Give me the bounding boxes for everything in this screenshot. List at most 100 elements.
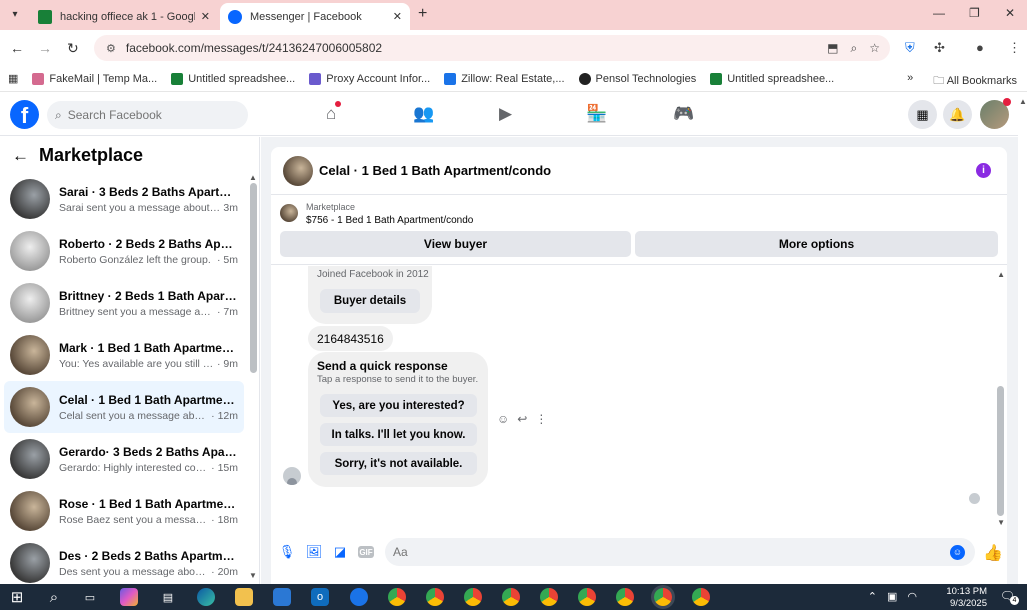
profile-avatar-icon[interactable]: ●: [976, 40, 984, 55]
home-icon[interactable]: ⌂: [326, 101, 342, 124]
back-arrow-icon[interactable]: ←: [10, 40, 24, 56]
install-app-icon[interactable]: ⬒: [827, 41, 838, 56]
reload-icon[interactable]: ↻: [67, 40, 79, 57]
facebook-logo-icon[interactable]: f: [10, 100, 39, 129]
store-icon[interactable]: [273, 588, 291, 606]
vpn-shield-icon[interactable]: ⛨: [905, 40, 915, 56]
tab-messenger[interactable]: Messenger | Facebook ✕: [220, 3, 410, 30]
chrome-profile-icon[interactable]: [692, 588, 710, 606]
more-options-button[interactable]: More options: [635, 231, 998, 257]
minimize-button[interactable]: —: [933, 6, 945, 20]
conversation-item[interactable]: Brittney · 2 Beds 1 Bath Apartm... Britt…: [4, 277, 244, 329]
tab-close-icon[interactable]: ✕: [201, 10, 210, 23]
friends-icon[interactable]: 👥: [413, 104, 434, 124]
chrome-profile-icon[interactable]: [426, 588, 444, 606]
bookmark-pensol[interactable]: Pensol Technologies: [578, 72, 696, 85]
chat-scrollbar[interactable]: [997, 386, 1004, 516]
close-window-button[interactable]: ✕: [1005, 6, 1015, 20]
conversation-item[interactable]: Gerardo· 3 Beds 2 Baths Apartm... Gerard…: [4, 433, 244, 485]
wifi-icon[interactable]: ◠: [907, 590, 917, 603]
maximize-button[interactable]: ❐: [969, 6, 980, 20]
quick-response-yes-button[interactable]: Yes, are you interested?: [320, 394, 477, 417]
outlook-icon[interactable]: o: [311, 588, 329, 606]
copilot-icon[interactable]: [120, 588, 138, 606]
watch-icon[interactable]: ▶: [499, 104, 512, 124]
omnibox[interactable]: ⚙ facebook.com/messages/t/24136247006005…: [94, 35, 890, 61]
chrome-profile-icon[interactable]: [540, 588, 558, 606]
gif-icon[interactable]: GIF: [358, 546, 374, 558]
chrome-profile-icon[interactable]: [616, 588, 634, 606]
scroll-down-arrow-icon[interactable]: ▼: [997, 518, 1005, 527]
search-input[interactable]: [67, 108, 228, 122]
chrome-profile-icon[interactable]: [578, 588, 596, 606]
conversation-item[interactable]: Rose · 1 Bed 1 Bath Apartment/c... Rose …: [4, 485, 244, 537]
conversation-item[interactable]: Sarai · 3 Beds 2 Baths Apartmen... Sarai…: [4, 173, 244, 225]
scroll-up-arrow-icon[interactable]: ▲: [997, 270, 1005, 279]
info-icon[interactable]: i: [976, 163, 991, 178]
chrome-icon[interactable]: [388, 588, 406, 606]
defender-icon[interactable]: [350, 588, 368, 606]
all-bookmarks-button[interactable]: 🗀 All Bookmarks: [933, 72, 1017, 91]
forward-arrow-icon[interactable]: →: [38, 40, 52, 56]
bookmark-fakemail[interactable]: FakeMail | Temp Ma...: [32, 72, 157, 85]
chrome-profile-icon[interactable]: [502, 588, 520, 606]
chrome-profile-icon[interactable]: [464, 588, 482, 606]
zoom-icon[interactable]: ⌕: [851, 41, 858, 56]
conversation-item[interactable]: Roberto · 2 Beds 2 Baths Apart... Robert…: [4, 225, 244, 277]
chat-listing-thumbnail[interactable]: [283, 155, 313, 186]
back-arrow-icon[interactable]: ←: [12, 146, 29, 166]
apps-grid-icon[interactable]: ▦: [8, 72, 18, 85]
tab-hacking-sheet[interactable]: hacking offiece ak 1 - Google S ✕: [30, 3, 218, 30]
reply-icon[interactable]: ↩: [517, 412, 527, 426]
page-scrollbar[interactable]: ▲: [1018, 93, 1027, 584]
tab-search-chevron-icon[interactable]: ▾: [6, 5, 24, 23]
more-actions-icon[interactable]: ⋮: [535, 412, 547, 426]
scroll-down-arrow-icon[interactable]: ▼: [249, 571, 257, 580]
quick-response-not-available-button[interactable]: Sorry, it's not available.: [320, 452, 477, 475]
photo-icon[interactable]: 🖼: [306, 544, 323, 560]
thumbs-up-icon[interactable]: 👍: [983, 543, 1003, 563]
windows-start-icon[interactable]: ⊞: [8, 588, 26, 606]
bookmarks-overflow-icon[interactable]: »: [907, 72, 913, 91]
search-icon[interactable]: ⌕: [45, 588, 63, 606]
tab-close-icon[interactable]: ✕: [393, 10, 402, 23]
task-view-icon[interactable]: ▭: [81, 588, 99, 606]
account-avatar[interactable]: [980, 98, 1011, 129]
react-emoji-icon[interactable]: ☺: [497, 412, 509, 426]
chat-title[interactable]: Celal · 1 Bed 1 Bath Apartment/condo: [319, 163, 551, 178]
bookmark-spreadsheet-1[interactable]: Untitled spreadshee...: [171, 72, 295, 85]
microphone-icon[interactable]: 🎙: [279, 544, 296, 560]
sidebar-scrollbar[interactable]: [250, 183, 257, 373]
menu-grid-icon[interactable]: ▦: [908, 100, 937, 129]
bookmark-star-icon[interactable]: ☆: [869, 41, 880, 56]
notifications-bell-icon[interactable]: 🔔: [943, 100, 972, 129]
sticker-icon[interactable]: ◪: [332, 544, 348, 560]
conversation-item[interactable]: Des · 2 Beds 2 Baths Apartment... Des se…: [4, 537, 244, 584]
view-buyer-button[interactable]: View buyer: [280, 231, 631, 257]
new-tab-button[interactable]: +: [418, 5, 427, 23]
tray-device-icon[interactable]: ▣: [887, 590, 897, 603]
file-explorer-icon[interactable]: [235, 588, 253, 606]
scroll-up-arrow-icon[interactable]: ▲: [249, 173, 257, 182]
edge-icon[interactable]: [197, 588, 215, 606]
site-settings-icon[interactable]: ⚙: [106, 42, 116, 55]
taskbar-clock[interactable]: 10:13 PM 9/3/2025: [946, 586, 987, 610]
bookmark-zillow[interactable]: Zillow: Real Estate,...: [444, 72, 565, 85]
conversation-item-active[interactable]: Celal · 1 Bed 1 Bath Apartment/c... Cela…: [4, 381, 244, 433]
tray-chevron-icon[interactable]: ⌃: [868, 590, 877, 603]
buyer-details-button[interactable]: Buyer details: [320, 289, 420, 313]
browser-menu-icon[interactable]: ⋮: [1008, 40, 1021, 56]
widgets-icon[interactable]: ▤: [159, 588, 177, 606]
marketplace-icon[interactable]: 🏪: [586, 104, 607, 124]
extensions-icon[interactable]: ✣: [934, 40, 945, 56]
facebook-search[interactable]: ⌕: [47, 101, 248, 129]
chrome-active-icon[interactable]: [654, 588, 672, 606]
scroll-up-arrow-icon[interactable]: ▲: [1019, 97, 1027, 106]
conversation-item[interactable]: Mark · 1 Bed 1 Bath Apartment/... You: Y…: [4, 329, 244, 381]
quick-response-in-talks-button[interactable]: In talks. I'll let you know.: [320, 423, 477, 446]
gaming-icon[interactable]: 🎮: [673, 104, 694, 124]
bookmark-spreadsheet-2[interactable]: Untitled spreadshee...: [710, 72, 834, 85]
bookmark-proxy[interactable]: Proxy Account Infor...: [309, 72, 430, 85]
message-input[interactable]: [393, 545, 950, 559]
emoji-icon[interactable]: ☺: [950, 544, 965, 560]
